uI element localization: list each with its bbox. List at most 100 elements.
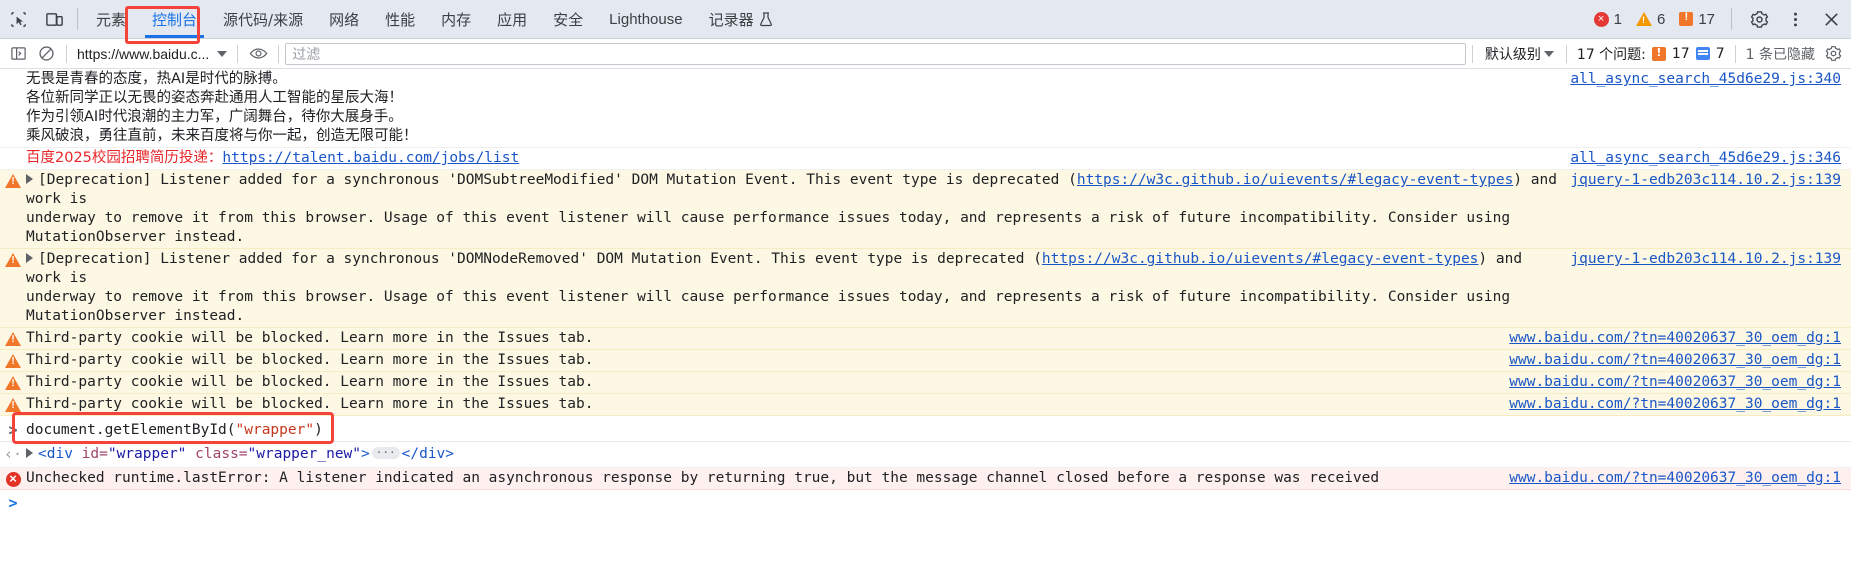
source-link-cookie-2[interactable]: www.baidu.com/?tn=40020637_30_oem_dg:1 <box>1509 351 1851 370</box>
error-circle-icon: × <box>1593 11 1609 27</box>
tab-elements[interactable]: 元素 <box>83 0 139 38</box>
slogan-line-4: 乘风破浪，勇往直前，未来百度将与你一起，创造无限可能！ <box>26 128 418 144</box>
toolbar-divider-3 <box>278 44 280 63</box>
console-row-warning-cookie-1[interactable]: Third-party cookie will be blocked. Lear… <box>0 328 1851 350</box>
source-link-recruitment[interactable]: all_async_search_45d6e29.js:346 <box>1570 149 1851 168</box>
info-count: 17 <box>1698 10 1715 28</box>
chevron-down-icon <box>217 50 228 57</box>
result-tag-open-close: > <box>361 446 370 462</box>
tab-console-label: 控制台 <box>152 10 198 29</box>
tab-memory[interactable]: 内存 <box>428 0 484 38</box>
recruitment-text: 百度2025校园招聘简历投递：https://talent.baidu.com/… <box>0 149 1570 168</box>
source-link-slogan[interactable]: all_async_search_45d6e29.js:340 <box>1570 70 1851 89</box>
hidden-messages-label[interactable]: 1 条已隐藏 <box>1742 44 1819 64</box>
slogan-line-3: 作为引领AI时代浪潮的主力军，广阔舞台，待你大展身手。 <box>26 109 403 125</box>
error-counter[interactable]: × 1 <box>1589 11 1627 28</box>
source-link-cookie-3[interactable]: www.baidu.com/?tn=40020637_30_oem_dg:1 <box>1509 373 1851 392</box>
expand-arrow-icon[interactable] <box>26 448 33 458</box>
console-prompt-row[interactable]: > <box>0 490 1851 516</box>
counters-divider <box>1731 8 1732 30</box>
tab-sources[interactable]: 源代码/来源 <box>210 0 316 38</box>
issues-label: 17 个问题: <box>1576 46 1646 63</box>
issues-info-icon <box>1651 46 1666 61</box>
issue-counters: × 1 6 17 <box>1589 0 1851 38</box>
console-row-result[interactable]: ‹· <div id="wrapper" class="wrapper_new"… <box>0 442 1851 468</box>
tab-console[interactable]: 控制台 <box>139 0 210 38</box>
inspect-element-icon[interactable] <box>0 0 36 38</box>
tab-security-label: 安全 <box>553 10 584 29</box>
warning-icon-cell-3 <box>0 329 26 346</box>
result-tag-close: </div> <box>401 446 455 462</box>
issues-summary[interactable]: 17 个问题: 17 7 <box>1573 44 1729 64</box>
device-toolbar-icon[interactable] <box>36 0 72 38</box>
console-row-error-lasterror[interactable]: Unchecked runtime.lastError: A listener … <box>0 468 1851 490</box>
toolbar-divider-1 <box>66 44 67 63</box>
console-row-log-recruitment[interactable]: 百度2025校园招聘简历投递：https://talent.baidu.com/… <box>0 148 1851 170</box>
warning-triangle-icon <box>5 332 21 346</box>
expand-children-ellipsis-icon[interactable]: ··· <box>371 447 400 459</box>
deprecation-text-1: [Deprecation] Listener added for a synch… <box>26 171 1570 247</box>
result-return-arrow-icon: ‹· <box>3 445 23 463</box>
expand-arrow-icon[interactable] <box>26 253 33 263</box>
console-sidebar-icon[interactable] <box>4 41 32 67</box>
tab-lighthouse[interactable]: Lighthouse <box>596 0 695 38</box>
console-row-command[interactable]: > document.getElementById("wrapper") <box>0 412 1851 444</box>
chevron-down-icon-level <box>1543 50 1554 57</box>
expand-arrow-icon[interactable] <box>26 174 33 184</box>
result-element-text: <div id="wrapper" class="wrapper_new"> ··… <box>26 445 1851 464</box>
tab-performance-label: 性能 <box>385 10 416 29</box>
deprecation-seg1-2: [Deprecation] Listener added for a synch… <box>38 251 1042 267</box>
tab-application[interactable]: 应用 <box>484 0 540 38</box>
warning-counter[interactable]: 6 <box>1631 11 1670 28</box>
slogan-text: 无畏是青春的态度，热AI是时代的脉搏。 各位新同学正以无畏的姿态奔赴通用人工智能的… <box>0 70 1570 146</box>
gear-icon[interactable] <box>1743 0 1775 39</box>
log-level-label: 默认级别 <box>1484 46 1541 63</box>
close-icon[interactable] <box>1815 0 1847 39</box>
toolbar-divider-4 <box>1471 44 1473 63</box>
source-link-jquery-2[interactable]: jquery-1-edb203c114.10.2.js:139 <box>1570 250 1851 269</box>
source-link-cookie-1[interactable]: www.baidu.com/?tn=40020637_30_oem_dg:1 <box>1509 329 1851 348</box>
tab-application-label: 应用 <box>497 10 528 29</box>
log-level-selector[interactable]: 默认级别 <box>1479 44 1560 64</box>
tab-network[interactable]: 网络 <box>316 0 372 38</box>
console-toolbar: https://www.baidu.c... 默认级别 17 个问题: 17 7… <box>0 39 1851 69</box>
issues-message-icon <box>1695 47 1710 60</box>
console-row-warning-cookie-2[interactable]: Third-party cookie will be blocked. Lear… <box>0 350 1851 372</box>
source-link-error[interactable]: www.baidu.com/?tn=40020637_30_oem_dg:1 <box>1509 469 1851 488</box>
deprecation-line2-1: underway to remove it from this browser.… <box>26 210 1519 245</box>
talent-baidu-link[interactable]: https://talent.baidu.com/jobs/list <box>222 150 519 166</box>
console-row-log-slogan[interactable]: 无畏是青春的态度，热AI是时代的脉搏。 各位新同学正以无畏的姿态奔赴通用人工智能的… <box>0 69 1851 148</box>
issues-messages-count: 7 <box>1715 45 1725 62</box>
command-string: "wrapper" <box>235 421 315 438</box>
console-row-warning-domsubtreemodified[interactable]: [Deprecation] Listener added for a synch… <box>0 170 1851 249</box>
command-plain-2: ) <box>314 421 323 438</box>
tab-recorder[interactable]: 记录器 <box>696 0 786 38</box>
cookie-warning-text-1: Third-party cookie will be blocked. Lear… <box>26 330 594 346</box>
deprecation-text-2: [Deprecation] Listener added for a synch… <box>26 250 1570 326</box>
tab-performance[interactable]: 性能 <box>372 0 428 38</box>
tab-lighthouse-label: Lighthouse <box>609 10 683 28</box>
more-vertical-icon[interactable] <box>1779 0 1811 39</box>
w3c-uievents-link-1[interactable]: https://w3c.github.io/uievents/#legacy-e… <box>1077 172 1514 188</box>
w3c-uievents-link-2[interactable]: https://w3c.github.io/uievents/#legacy-e… <box>1042 251 1479 267</box>
console-settings-gear-icon[interactable] <box>1819 41 1847 67</box>
info-counter[interactable]: 17 <box>1674 11 1720 28</box>
source-link-jquery-1[interactable]: jquery-1-edb203c114.10.2.js:139 <box>1570 171 1851 190</box>
execution-context-selector[interactable]: https://www.baidu.c... <box>73 46 231 62</box>
deprecation-line2-2: underway to remove it from this browser.… <box>26 289 1519 324</box>
error-circle-icon <box>5 470 21 487</box>
console-filter-input[interactable] <box>285 42 1466 65</box>
devtools-window: 元素 控制台 源代码/来源 网络 性能 内存 应用 安全 Lighthouse … <box>0 0 1851 584</box>
result-attr1-name: id= <box>72 446 108 462</box>
console-message-list[interactable]: 无畏是青春的态度，热AI是时代的脉搏。 各位新同学正以无畏的姿态奔赴通用人工智能的… <box>0 69 1851 584</box>
prompt-caret-icon: > <box>8 420 18 439</box>
console-row-warning-domnoderemoved[interactable]: [Deprecation] Listener added for a synch… <box>0 249 1851 328</box>
console-row-warning-cookie-4[interactable]: Third-party cookie will be blocked. Lear… <box>0 394 1851 416</box>
console-row-warning-cookie-3[interactable]: Third-party cookie will be blocked. Lear… <box>0 372 1851 394</box>
live-expression-eye-icon[interactable] <box>244 41 272 67</box>
tab-security[interactable]: 安全 <box>540 0 596 38</box>
source-link-cookie-4[interactable]: www.baidu.com/?tn=40020637_30_oem_dg:1 <box>1509 395 1851 414</box>
clear-console-icon[interactable] <box>32 41 60 67</box>
warning-icon-cell-4 <box>0 351 26 368</box>
error-count: 1 <box>1613 10 1622 28</box>
